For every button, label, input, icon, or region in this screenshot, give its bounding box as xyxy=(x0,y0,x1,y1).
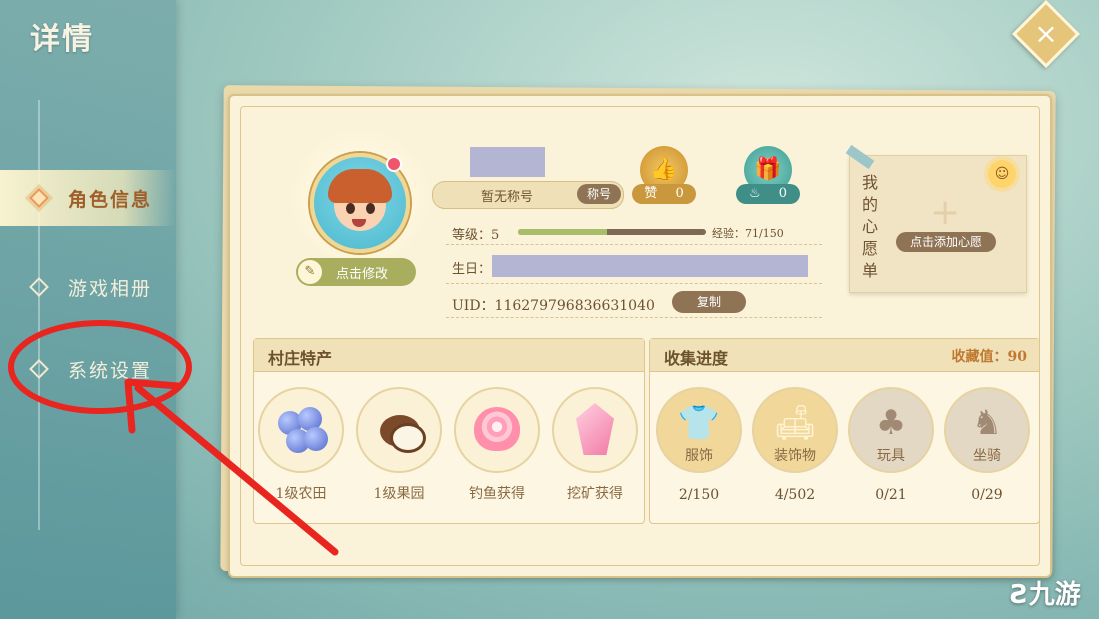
watermark-logo: Ƨ九游 xyxy=(1010,580,1081,610)
annotation-overlay xyxy=(8,320,339,556)
annotation-arrow-shaft xyxy=(134,384,339,556)
watermark-icon: Ƨ xyxy=(1010,580,1029,610)
annotation-circle xyxy=(8,320,192,414)
